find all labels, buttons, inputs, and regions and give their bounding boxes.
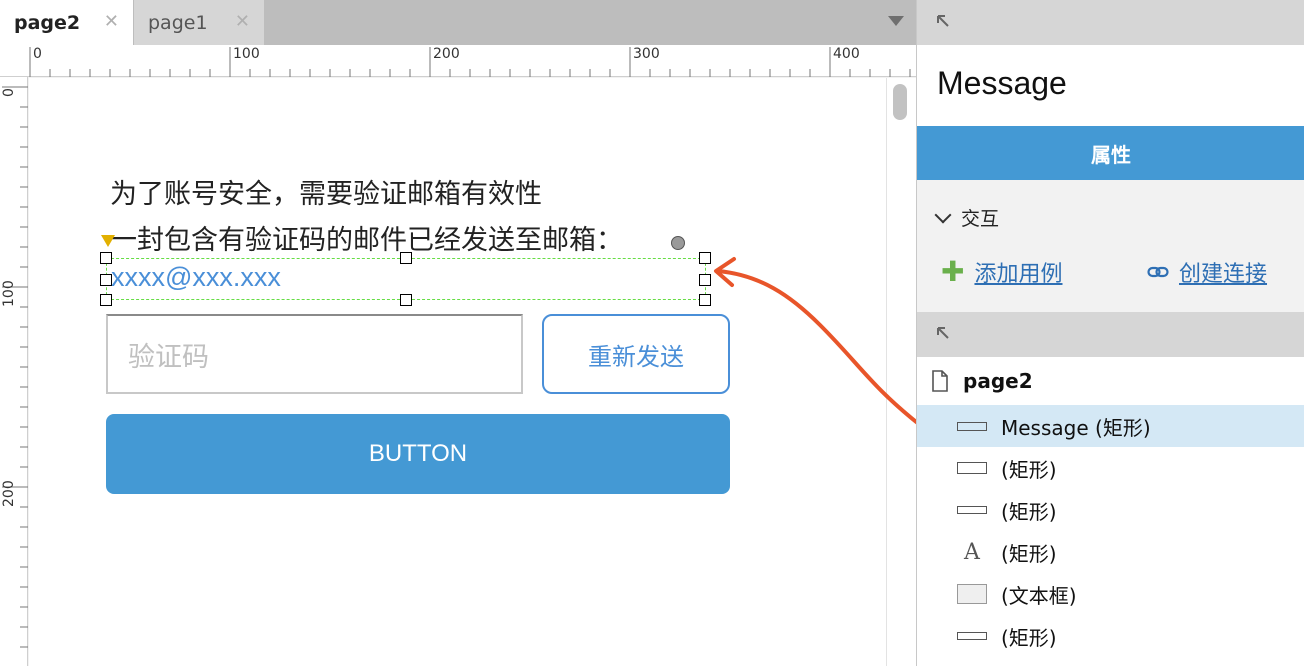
outline-tree: page2 Message (矩形) (矩形) (矩形) A (矩形) (文本框…: [917, 357, 1304, 666]
interaction-label: 交互: [961, 208, 1000, 230]
inspector-panel: Message 属性 交互 ✚ 添加用例 创建连接 page2 Message …: [916, 0, 1304, 666]
verification-code-input[interactable]: 验证码: [106, 314, 523, 394]
outline-item[interactable]: (矩形): [917, 447, 1304, 489]
rotate-handle-icon[interactable]: [671, 236, 685, 250]
resize-handle[interactable]: [699, 274, 711, 286]
ruler-label: 200: [1, 480, 17, 507]
intro-text-line-1[interactable]: 为了账号安全，需要验证邮箱有效性: [110, 172, 542, 211]
page-icon: [932, 370, 948, 392]
page-tab-bar: page2 ✕ page1 ✕: [0, 0, 916, 45]
close-icon[interactable]: ✕: [104, 11, 119, 32]
tab-page1[interactable]: page1 ✕: [134, 0, 264, 45]
outline-page-name: page2: [963, 369, 1033, 393]
resize-handle[interactable]: [400, 294, 412, 306]
tab-label: page1: [148, 11, 208, 34]
rectangle-icon: [957, 506, 987, 514]
collapse-arrow-icon[interactable]: [935, 325, 953, 343]
add-case-label: 添加用例: [974, 262, 1063, 287]
ruler-ticks: [2, 86, 28, 648]
resize-handle[interactable]: [699, 294, 711, 306]
ruler-label: 400: [833, 46, 860, 62]
outline-item-label: (矩形): [1001, 457, 1057, 482]
outline-item-label: (矩形): [1001, 625, 1057, 650]
tab-page2[interactable]: page2 ✕: [0, 0, 133, 45]
outline-item-label: (矩形): [1001, 499, 1057, 524]
input-placeholder: 验证码: [128, 341, 209, 373]
outline-header: [917, 312, 1304, 357]
resize-handle[interactable]: [699, 252, 711, 264]
rectangle-icon: [957, 421, 987, 431]
rectangle-icon: [957, 632, 987, 640]
inspector-header: [917, 0, 1304, 45]
widget-name[interactable]: Message: [937, 65, 1067, 102]
tab-label: page2: [14, 11, 81, 34]
rectangle-icon: [957, 462, 987, 474]
add-case-link[interactable]: ✚ 添加用例: [941, 256, 1062, 288]
resize-handle[interactable]: [100, 252, 112, 264]
outline-item[interactable]: A (矩形): [917, 531, 1304, 573]
resend-button[interactable]: 重新发送: [542, 314, 730, 394]
outline-item[interactable]: Message (矩形): [917, 405, 1304, 447]
interaction-toggle[interactable]: 交互: [934, 204, 1000, 231]
interaction-section: 交互 ✚ 添加用例 创建连接: [917, 180, 1304, 312]
outline-item-label: Message (矩形): [1001, 415, 1151, 440]
collapse-arrow-icon[interactable]: [935, 13, 953, 31]
editor-area: page2 ✕ page1 ✕ 0 100 200 300 400 0 100 …: [0, 0, 922, 666]
outline-item[interactable]: (文本框): [917, 573, 1304, 615]
ruler-label: 100: [233, 46, 260, 62]
chevron-down-icon[interactable]: [888, 16, 904, 26]
intro-text-line-2[interactable]: 一封包含有验证码的邮件已经发送至邮箱：: [110, 218, 623, 257]
ruler-label: 100: [1, 280, 17, 307]
primary-button[interactable]: BUTTON: [106, 414, 730, 494]
ruler-label: 200: [433, 46, 460, 62]
reference-point-icon[interactable]: [101, 235, 115, 247]
vertical-ruler: 0 100 200: [0, 77, 28, 666]
close-icon[interactable]: ✕: [235, 11, 250, 32]
resize-handle[interactable]: [100, 294, 112, 306]
outline-page-row[interactable]: page2: [931, 369, 1033, 393]
ruler-label: 0: [33, 46, 42, 62]
vertical-scrollbar[interactable]: [886, 78, 916, 666]
horizontal-ruler: 0 100 200 300 400: [0, 45, 916, 77]
ruler-label: 300: [633, 46, 660, 62]
resize-handle[interactable]: [400, 252, 412, 264]
ruler-label: 0: [1, 88, 17, 97]
link-icon: [1147, 266, 1169, 278]
textbox-icon: [957, 584, 987, 604]
create-link-label: 创建连接: [1179, 262, 1268, 287]
outline-item[interactable]: (矩形): [917, 615, 1304, 657]
resize-handle[interactable]: [100, 274, 112, 286]
outline-item-label: (文本框): [1001, 583, 1077, 608]
create-link-link[interactable]: 创建连接: [1147, 256, 1267, 288]
outline-item-label: (矩形): [1001, 541, 1057, 566]
outline-item[interactable]: (矩形): [917, 489, 1304, 531]
text-icon: A: [964, 539, 980, 565]
plus-icon: ✚: [941, 255, 965, 288]
chevron-down-icon: [934, 206, 952, 223]
tab-properties[interactable]: 属性: [917, 126, 1304, 180]
scrollbar-thumb[interactable]: [893, 84, 907, 120]
